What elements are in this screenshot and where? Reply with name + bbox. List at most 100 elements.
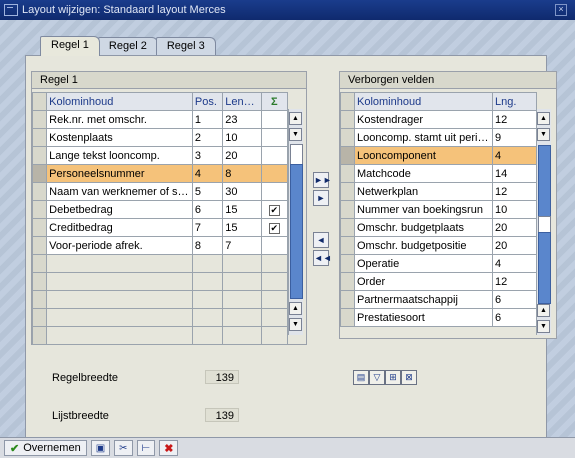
row-selector[interactable] xyxy=(31,182,48,201)
scroll-track-lower[interactable] xyxy=(538,232,551,304)
row-selector[interactable] xyxy=(340,218,355,237)
sum-checkbox-cell[interactable]: ✔ xyxy=(260,200,289,219)
sum-checkbox-cell[interactable]: ✔ xyxy=(260,218,289,237)
cell-pos[interactable]: 8 xyxy=(191,236,224,255)
cancel-button[interactable]: ✖ xyxy=(159,440,179,456)
move-all-left-button[interactable]: ◄◄ xyxy=(313,250,332,266)
row-selector[interactable] xyxy=(31,236,48,255)
move-left-button[interactable]: ◄ xyxy=(313,232,329,248)
row-selector[interactable] xyxy=(31,164,48,183)
table-row[interactable]: Voor-periode afrek. 8 7 xyxy=(31,236,289,255)
select-all-cell[interactable] xyxy=(340,92,355,111)
row-selector[interactable] xyxy=(340,110,355,129)
scroll-up-button[interactable]: ▲ xyxy=(537,112,550,125)
row-selector[interactable] xyxy=(31,272,48,291)
select-all-cell[interactable] xyxy=(31,92,48,111)
scroll-bottom-button[interactable]: ▼ xyxy=(289,318,302,331)
find-next-icon[interactable]: ⊠ xyxy=(401,370,417,385)
sum-checkbox-cell[interactable] xyxy=(260,182,289,201)
table-row[interactable]: Partnermaatschappij 6 xyxy=(340,290,537,309)
table-row[interactable]: Creditbedrag 7 15 ✔ xyxy=(31,218,289,237)
header-length[interactable]: Leng... xyxy=(222,92,262,111)
table-row[interactable]: Looncomp. stamt uit periode 9 xyxy=(340,128,537,147)
left-scrollbar[interactable]: ▲ ▼ ▲ ▼ xyxy=(288,109,303,335)
sum-icon[interactable]: Σ xyxy=(260,92,289,111)
table-row[interactable]: Order 12 xyxy=(340,272,537,291)
cell-pos[interactable]: 1 xyxy=(191,110,224,129)
table-row[interactable]: Nummer van boekingsrun 10 xyxy=(340,200,537,219)
cell-pos[interactable]: 2 xyxy=(191,128,224,147)
tab-regel-2[interactable]: Regel 2 xyxy=(97,37,158,55)
scroll-down-button-2[interactable]: ▲ xyxy=(289,302,302,315)
table-row[interactable]: Omschr. budgetpositie 20 xyxy=(340,236,537,255)
cell-length[interactable]: 10 xyxy=(222,128,262,147)
row-selector[interactable] xyxy=(340,308,355,327)
header-lng[interactable]: Lng. xyxy=(492,92,537,111)
table-row[interactable]: Lange tekst looncomp. 3 20 xyxy=(31,146,289,165)
row-selector[interactable] xyxy=(340,236,355,255)
checkbox-checked[interactable]: ✔ xyxy=(268,222,280,234)
cell-pos[interactable]: 3 xyxy=(191,146,224,165)
cell-length[interactable]: 7 xyxy=(222,236,262,255)
sum-checkbox-cell[interactable] xyxy=(260,236,289,255)
hierarchy-button[interactable]: ⊢ xyxy=(136,440,156,456)
cell-length[interactable]: 15 xyxy=(222,200,262,219)
row-selector[interactable] xyxy=(31,200,48,219)
save-layout-button[interactable]: ▣ xyxy=(90,440,111,456)
scroll-up-button[interactable]: ▲ xyxy=(289,112,302,125)
row-selector[interactable] xyxy=(340,182,355,201)
cell-pos[interactable]: 6 xyxy=(191,200,224,219)
scroll-down-button-2[interactable]: ▲ xyxy=(537,304,550,317)
cut-button[interactable]: ✂ xyxy=(114,440,133,456)
cell-length[interactable]: 15 xyxy=(222,218,262,237)
row-selector[interactable] xyxy=(340,290,355,309)
row-selector[interactable] xyxy=(31,308,48,327)
table-row[interactable]: Prestatiesoort 6 xyxy=(340,308,537,327)
scroll-bottom-button[interactable]: ▼ xyxy=(537,320,550,333)
scroll-track[interactable] xyxy=(538,145,551,218)
table-row[interactable]: Operatie 4 xyxy=(340,254,537,273)
header-kolominhoud[interactable]: Kolominhoud xyxy=(46,92,193,111)
sum-checkbox-cell[interactable] xyxy=(260,146,289,165)
row-selector[interactable] xyxy=(31,254,48,273)
table-row[interactable]: Matchcode 14 xyxy=(340,164,537,183)
table-row[interactable]: Debetbedrag 6 15 ✔ xyxy=(31,200,289,219)
row-selector[interactable] xyxy=(31,326,48,345)
header-pos[interactable]: Pos. xyxy=(191,92,224,111)
table-row[interactable]: Looncomponent 4 xyxy=(340,146,537,165)
row-selector[interactable] xyxy=(340,164,355,183)
right-scrollbar[interactable]: ▲ ▼ ▲ ▼ xyxy=(536,109,551,335)
print-icon[interactable]: ▤ xyxy=(353,370,369,385)
table-row[interactable]: Omschr. budgetplaats 20 xyxy=(340,218,537,237)
cell-length[interactable]: 8 xyxy=(222,164,262,183)
row-selector[interactable] xyxy=(31,110,48,129)
scroll-track[interactable] xyxy=(290,164,303,299)
close-icon[interactable]: × xyxy=(555,4,567,16)
cell-pos[interactable]: 7 xyxy=(191,218,224,237)
header-kolominhoud[interactable]: Kolominhoud xyxy=(354,92,493,111)
sum-checkbox-cell[interactable] xyxy=(260,110,289,129)
move-right-button[interactable]: ► xyxy=(313,190,329,206)
tab-regel-1[interactable]: Regel 1 xyxy=(40,36,100,56)
move-all-right-button[interactable]: ►► xyxy=(313,172,332,188)
table-row[interactable]: Netwerkplan 12 xyxy=(340,182,537,201)
row-selector[interactable] xyxy=(340,146,355,165)
overnemen-button[interactable]: ✔ Overnemen xyxy=(4,440,87,456)
table-row[interactable]: Personeelsnummer 4 8 xyxy=(31,164,289,183)
row-selector[interactable] xyxy=(340,272,355,291)
row-selector[interactable] xyxy=(31,290,48,309)
scroll-down-button[interactable]: ▼ xyxy=(537,128,550,141)
table-row[interactable]: Kostenplaats 2 10 xyxy=(31,128,289,147)
table-row[interactable]: Rek.nr. met omschr. 1 23 xyxy=(31,110,289,129)
scroll-down-button[interactable]: ▼ xyxy=(289,128,302,141)
row-selector[interactable] xyxy=(340,254,355,273)
row-selector[interactable] xyxy=(31,146,48,165)
row-selector[interactable] xyxy=(340,200,355,219)
checkbox-checked[interactable]: ✔ xyxy=(268,204,280,216)
row-selector[interactable] xyxy=(31,218,48,237)
cell-length[interactable]: 20 xyxy=(222,146,262,165)
row-selector[interactable] xyxy=(340,128,355,147)
row-selector[interactable] xyxy=(31,128,48,147)
table-row[interactable]: Kostendrager 12 xyxy=(340,110,537,129)
sum-checkbox-cell[interactable] xyxy=(260,164,289,183)
